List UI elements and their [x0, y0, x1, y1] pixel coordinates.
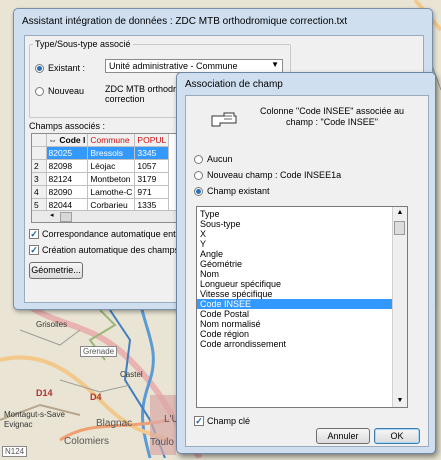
geometry-button[interactable]: Géometrie...: [29, 262, 83, 279]
row-number: 2: [32, 159, 47, 173]
auto-create-label: Création automatique des champs: [42, 245, 180, 255]
radio-dot: [194, 154, 203, 164]
map-label-colomiers: Colomiers: [64, 436, 110, 447]
table-row[interactable]: 2 82098 Léojac 1057: [32, 159, 170, 173]
cell-code: 82124: [46, 172, 89, 186]
list-item[interactable]: Code région: [197, 329, 407, 339]
auto-match-label: Correspondance automatique entr: [42, 229, 179, 239]
scroll-left-icon[interactable]: ◂: [50, 211, 54, 219]
auto-match-checkbox[interactable]: ✓ Correspondance automatique entr: [29, 229, 179, 239]
existing-fields-list[interactable]: Type Sous-type X Y Angle Géométrie Nom Longueur…: [196, 206, 408, 408]
table-row[interactable]: 82025 Bressols 3345: [32, 146, 170, 160]
grid-header-rownum: [32, 134, 47, 147]
cell-commune: Montbeton: [87, 172, 136, 186]
map-label-toulouse: Toulo: [150, 437, 174, 448]
radio-dot: [194, 170, 203, 180]
new-field-radio-label: Nouveau champ : Code INSEE1a: [207, 170, 342, 180]
cell-popul: 971: [134, 185, 170, 199]
list-item[interactable]: Nom: [197, 269, 407, 279]
map-label-montagut: Montagut-s-Save: [4, 410, 65, 419]
list-item[interactable]: Code arrondissement: [197, 339, 407, 349]
association-info: Colonne "Code INSEE" associée au champ :…: [244, 106, 420, 128]
existing-field-radio-label: Champ existant: [207, 186, 270, 196]
list-items: Type Sous-type X Y Angle Géométrie Nom Longueur…: [197, 207, 407, 349]
list-item[interactable]: Nom normalisé: [197, 319, 407, 329]
cell-commune: Lamothe-C: [87, 185, 136, 199]
checkmark-icon: ✓: [194, 416, 204, 426]
scroll-down-icon[interactable]: ▼: [393, 395, 407, 407]
none-radio[interactable]: Aucun: [194, 154, 233, 164]
cell-popul: 1057: [134, 159, 170, 173]
scroll-thumb[interactable]: [60, 212, 72, 222]
map-label-castel: Castel: [120, 370, 143, 379]
list-item[interactable]: Longueur spécifique: [197, 279, 407, 289]
existing-field-radio[interactable]: Champ existant: [194, 186, 270, 196]
list-item[interactable]: Angle: [197, 249, 407, 259]
new-type-radio[interactable]: Nouveau: [35, 86, 84, 96]
cell-code: 82098: [46, 159, 89, 173]
cell-code: 82025: [46, 146, 89, 160]
dialog-title: Association de champ: [185, 79, 283, 90]
new-field-radio[interactable]: Nouveau champ : Code INSEE1a: [194, 170, 341, 180]
link-icon: ⇔: [48, 135, 58, 145]
grid-header-commune[interactable]: Commune: [87, 134, 136, 147]
map-label-n124: N124: [2, 446, 28, 457]
existing-type-select[interactable]: Unité administrative - Commune ▼: [105, 59, 283, 73]
checkmark-icon: ✓: [29, 245, 39, 255]
pointing-hand-icon: [211, 112, 237, 127]
existing-type-value: Unité administrative - Commune: [109, 61, 238, 71]
row-number: 4: [32, 185, 47, 199]
map-label-d4: D4: [90, 392, 102, 402]
radio-dot: [194, 186, 203, 196]
list-item[interactable]: X: [197, 229, 407, 239]
chevron-down-icon: ▼: [271, 60, 279, 69]
list-item[interactable]: Vitesse spécifique: [197, 289, 407, 299]
row-number: 3: [32, 172, 47, 186]
table-row[interactable]: 3 82124 Montbeton 3179: [32, 172, 170, 186]
cell-popul: 3345: [134, 146, 170, 160]
checkmark-icon: ✓: [29, 229, 39, 239]
list-item[interactable]: Code INSEE: [197, 299, 407, 309]
existing-type-radio[interactable]: Existant :: [35, 63, 85, 73]
new-type-label: Nouveau: [48, 86, 85, 96]
table-row[interactable]: 4 82090 Lamothe-C 971: [32, 185, 170, 199]
cell-commune: Bressols: [87, 146, 136, 160]
radio-dot: [35, 63, 44, 73]
map-label-blagnac: Blagnac: [96, 418, 133, 429]
key-field-checkbox[interactable]: ✓ Champ clé: [194, 416, 250, 426]
field-association-dialog: Association de champ Colonne "Code INSEE…: [176, 72, 436, 454]
grid-header-code-label: Code I: [59, 135, 86, 145]
grid-header-popul[interactable]: POPUL: [134, 134, 170, 147]
list-item[interactable]: Y: [197, 239, 407, 249]
existing-type-label: Existant :: [48, 63, 86, 73]
info-line-1: Colonne "Code INSEE" associée au: [260, 106, 404, 116]
cell-code: 82090: [46, 185, 89, 199]
grid-header-code[interactable]: ⇔ Code I: [46, 134, 89, 147]
fields-label: Champs associés :: [29, 121, 106, 131]
cell-popul: 3179: [134, 172, 170, 186]
row-number: [32, 146, 47, 160]
ok-button[interactable]: OK: [374, 428, 420, 444]
list-item[interactable]: Sous-type: [197, 219, 407, 229]
info-line-2: champ : "Code INSEE": [286, 117, 378, 127]
map-label-d14: D14: [36, 388, 53, 398]
cancel-button[interactable]: Annuler: [316, 428, 370, 444]
map-label-evignac: Evignac: [4, 420, 33, 429]
cell-commune: Léojac: [87, 159, 136, 173]
scroll-up-icon[interactable]: ▲: [393, 207, 407, 219]
list-item[interactable]: Géométrie: [197, 259, 407, 269]
scroll-thumb[interactable]: [394, 221, 405, 235]
list-vertical-scrollbar[interactable]: ▲ ▼: [392, 207, 407, 407]
window-title: Assistant intégration de données : ZDC M…: [22, 16, 348, 27]
map-label-grisolles: Grisolles: [36, 320, 68, 329]
none-radio-label: Aucun: [207, 154, 233, 164]
list-item[interactable]: Type: [197, 209, 407, 219]
type-group-label: Type/Sous-type associé: [33, 39, 133, 49]
radio-dot: [35, 86, 44, 96]
key-field-label: Champ clé: [207, 416, 251, 426]
list-item[interactable]: Code Postal: [197, 309, 407, 319]
auto-create-checkbox[interactable]: ✓ Création automatique des champs: [29, 245, 179, 255]
dialog-body: Colonne "Code INSEE" associée au champ :…: [185, 95, 429, 447]
map-label-grenade: Grenade: [80, 346, 118, 357]
